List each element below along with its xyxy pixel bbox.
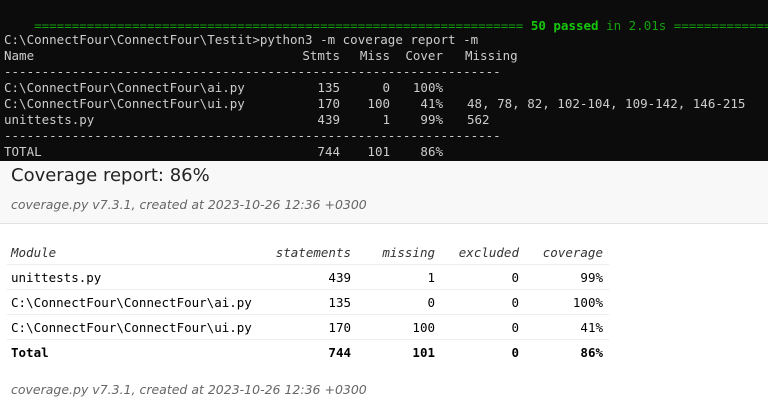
cell-coverage: 100% xyxy=(525,289,609,315)
row-cover: 41% xyxy=(420,96,443,111)
header-miss: Miss xyxy=(359,48,390,63)
row-missing xyxy=(443,80,467,96)
row-cover: 99% xyxy=(420,112,443,127)
row-name: unittests.py xyxy=(4,112,95,127)
report-meta: coverage.py v7.3.1, created at 2023-10-2… xyxy=(11,197,367,212)
page-title: Coverage report: 86% xyxy=(11,165,210,186)
header-missing: Missing xyxy=(465,48,518,63)
summary-separator-left: ========================================… xyxy=(34,18,524,33)
table-total-row: Total 744 101 0 86% xyxy=(7,340,609,365)
total-coverage: 86% xyxy=(580,344,603,360)
row-miss: 0 xyxy=(382,80,390,95)
cell-excluded: 0 xyxy=(441,314,525,340)
report-total-row: TOTAL 744 101 86% xyxy=(4,144,443,160)
total-label: Total xyxy=(11,344,49,360)
table-header-row: Module statements missing excluded cover… xyxy=(7,240,609,265)
passed-count: 50 passed xyxy=(530,18,599,33)
cell-statements: 439 xyxy=(263,264,357,290)
row-stmts: 135 xyxy=(317,80,340,95)
header-name: Name xyxy=(4,48,35,63)
row-stmts: 170 xyxy=(317,96,340,111)
row-name: C:\ConnectFour\ConnectFour\ui.py xyxy=(4,96,245,111)
total-name: TOTAL xyxy=(4,144,42,159)
separator-line: ----------------------------------------… xyxy=(4,128,501,143)
cell-statements: 135 xyxy=(263,289,357,315)
total-stmts: 744 xyxy=(317,144,340,159)
module-link[interactable]: C:\ConnectFour\ConnectFour\ai.py xyxy=(7,289,263,315)
table-row: C:\ConnectFour\ConnectFour\ai.py 135 0 0… xyxy=(7,289,609,315)
run-time: in 2.01s xyxy=(598,18,667,33)
row-missing: 562 xyxy=(467,112,490,127)
total-missing: 101 xyxy=(412,344,435,360)
pytest-summary-bar: ========================================… xyxy=(4,2,768,33)
cell-missing: 0 xyxy=(357,289,441,315)
total-excluded: 0 xyxy=(511,344,519,360)
summary-separator-right: ============================== xyxy=(673,18,768,33)
separator-line: ----------------------------------------… xyxy=(4,64,501,79)
total-cover: 86% xyxy=(420,144,443,159)
table-row: unittests.py 439 1 0 99% xyxy=(7,264,609,290)
row-miss: 100 xyxy=(367,96,390,111)
column-excluded[interactable]: excluded xyxy=(441,240,525,265)
report-row: C:\ConnectFour\ConnectFour\ui.py 170 100… xyxy=(4,96,745,112)
footer-meta: coverage.py v7.3.1, created at 2023-10-2… xyxy=(11,382,367,397)
report-row: unittests.py 439 1 99% 562 xyxy=(4,112,490,128)
module-link[interactable]: unittests.py xyxy=(7,264,263,290)
header-cover: Cover xyxy=(405,48,443,63)
total-statements: 744 xyxy=(328,344,351,360)
cell-excluded: 0 xyxy=(441,264,525,290)
cell-coverage: 41% xyxy=(525,314,609,340)
cell-coverage: 99% xyxy=(525,264,609,290)
row-missing: 48, 78, 82, 102-104, 109-142, 146-215 xyxy=(467,96,746,111)
report-row: C:\ConnectFour\ConnectFour\ai.py 135 0 1… xyxy=(4,80,467,96)
row-name: C:\ConnectFour\ConnectFour\ai.py xyxy=(4,80,245,95)
command-prompt: C:\ConnectFour\ConnectFour\Testit>python… xyxy=(4,32,479,47)
column-coverage[interactable]: coverage xyxy=(525,240,609,265)
cell-statements: 170 xyxy=(263,314,357,340)
column-statements[interactable]: statements xyxy=(263,240,357,265)
row-miss: 1 xyxy=(382,112,390,127)
report-header: Coverage report: 86% coverage.py v7.3.1,… xyxy=(0,161,768,224)
cell-missing: 100 xyxy=(357,314,441,340)
row-stmts: 439 xyxy=(317,112,340,127)
terminal-window: ========================================… xyxy=(0,0,768,161)
row-cover: 100% xyxy=(412,80,443,95)
column-missing[interactable]: missing xyxy=(357,240,441,265)
cell-missing: 1 xyxy=(357,264,441,290)
coverage-table: Module statements missing excluded cover… xyxy=(7,240,609,364)
total-miss: 101 xyxy=(367,144,390,159)
header-stmts: Stmts xyxy=(302,48,340,63)
module-link[interactable]: C:\ConnectFour\ConnectFour\ui.py xyxy=(7,314,263,340)
table-row: C:\ConnectFour\ConnectFour\ui.py 170 100… xyxy=(7,314,609,340)
report-header-row: Name Stmts Miss Cover Missing xyxy=(4,48,518,64)
column-module[interactable]: Module xyxy=(7,240,263,265)
cell-excluded: 0 xyxy=(441,289,525,315)
